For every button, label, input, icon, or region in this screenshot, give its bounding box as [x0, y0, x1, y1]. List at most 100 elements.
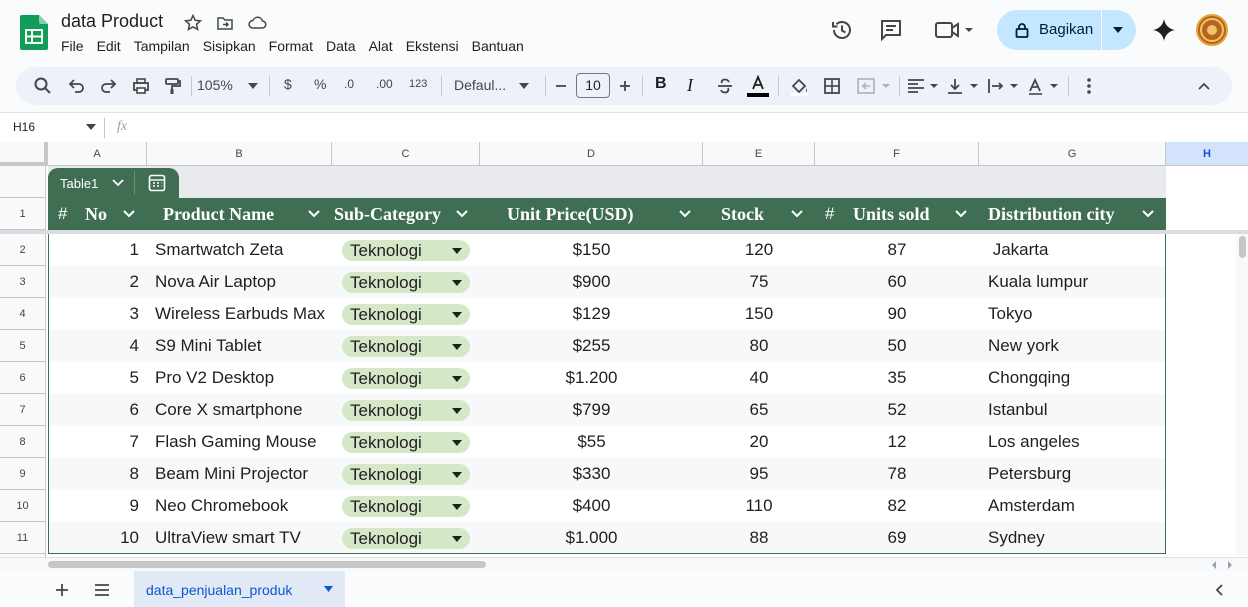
cloud-status-icon[interactable]	[247, 14, 267, 32]
add-sheet-icon[interactable]	[55, 583, 69, 597]
header-units-dropdown-icon[interactable]	[953, 206, 969, 222]
zoom-select[interactable]: 105%	[197, 77, 233, 97]
row-header-10[interactable]: 10	[0, 490, 46, 522]
menu-tools[interactable]: Alat	[369, 38, 393, 54]
row-header-6[interactable]: 6	[0, 362, 46, 394]
text-color-icon[interactable]	[747, 74, 769, 98]
column-header-a[interactable]: A	[48, 142, 147, 166]
column-header-d[interactable]: D	[480, 142, 703, 166]
paint-format-icon[interactable]	[164, 76, 182, 96]
table-menu-chevron-icon[interactable]	[112, 179, 124, 187]
italic-button[interactable]: I	[687, 75, 693, 95]
move-folder-icon[interactable]	[216, 14, 234, 32]
name-box-dropdown-icon[interactable]	[86, 124, 96, 130]
header-product-name[interactable]: Product Name	[163, 198, 274, 230]
share-button[interactable]: Bagikan	[997, 10, 1136, 50]
bold-button[interactable]: B	[655, 75, 667, 95]
more-formats-button[interactable]: 123	[409, 78, 427, 98]
horizontal-align-icon[interactable]	[906, 76, 940, 96]
collapse-side-panel-icon[interactable]	[1214, 584, 1224, 596]
horizontal-scrollbar[interactable]	[0, 557, 1248, 571]
column-header-e[interactable]: E	[703, 142, 815, 166]
menu-view[interactable]: Tampilan	[134, 38, 190, 54]
row-header-5[interactable]: 5	[0, 330, 46, 362]
scroll-right-icon[interactable]	[1226, 561, 1234, 569]
currency-format-button[interactable]: $	[284, 76, 292, 96]
print-icon[interactable]	[132, 76, 150, 96]
font-size-input[interactable]: 10	[576, 73, 610, 98]
row-header-11[interactable]: 11	[0, 522, 46, 554]
version-history-icon[interactable]	[829, 17, 855, 43]
vertical-align-icon[interactable]	[946, 76, 980, 96]
formula-input[interactable]	[140, 119, 1230, 137]
menu-edit[interactable]: Edit	[97, 38, 121, 54]
row-header-8[interactable]: 8	[0, 426, 46, 458]
menu-data[interactable]: Data	[326, 38, 356, 54]
account-avatar[interactable]	[1196, 14, 1228, 46]
share-dropdown-icon[interactable]	[1113, 27, 1123, 33]
column-header-h[interactable]: H	[1166, 142, 1248, 166]
search-menus-icon[interactable]	[34, 76, 52, 96]
row-header-2[interactable]: 2	[0, 234, 46, 266]
header-subcategory-dropdown-icon[interactable]	[454, 206, 470, 222]
all-sheets-icon[interactable]	[94, 583, 110, 597]
fill-color-icon[interactable]	[789, 76, 809, 96]
decrease-decimal-button[interactable]: .0	[344, 77, 354, 97]
text-wrapping-icon[interactable]	[986, 76, 1020, 96]
select-all-corner[interactable]	[0, 142, 48, 166]
menu-insert[interactable]: Sisipkan	[203, 38, 256, 54]
column-header-g[interactable]: G	[979, 142, 1166, 166]
font-family-select[interactable]: Defaul...	[454, 77, 506, 97]
redo-icon[interactable]	[100, 76, 118, 96]
gemini-spark-icon[interactable]	[1151, 17, 1177, 43]
header-sub-category[interactable]: Sub-Category	[334, 198, 441, 230]
comments-icon[interactable]	[878, 17, 904, 43]
horizontal-scroll-thumb[interactable]	[48, 561, 486, 568]
sheet-tab-active[interactable]: data_penjualan_produk	[134, 571, 345, 607]
font-dropdown-icon[interactable]	[519, 83, 529, 89]
header-city-dropdown-icon[interactable]	[1140, 206, 1156, 222]
header-stock-dropdown-icon[interactable]	[789, 206, 805, 222]
row-header-7[interactable]: 7	[0, 394, 46, 426]
borders-icon[interactable]	[823, 76, 841, 96]
column-header-b[interactable]: B	[147, 142, 332, 166]
text-rotation-icon[interactable]	[1026, 76, 1060, 96]
name-box[interactable]: H16	[13, 120, 35, 134]
header-units-sold[interactable]: Units sold	[853, 198, 930, 230]
row-header-3[interactable]: 3	[0, 266, 46, 298]
decrease-font-size-icon[interactable]	[554, 76, 568, 96]
sheet-tab-dropdown-icon[interactable]	[324, 586, 333, 592]
meet-video-icon[interactable]	[933, 17, 979, 43]
row-header-4[interactable]: 4	[0, 298, 46, 330]
undo-icon[interactable]	[67, 76, 85, 96]
scroll-left-icon[interactable]	[1210, 561, 1218, 569]
row-header-9[interactable]: 9	[0, 458, 46, 490]
sheets-logo-icon[interactable]	[20, 15, 48, 50]
column-header-c[interactable]: C	[332, 142, 480, 166]
vertical-scrollbar[interactable]	[1236, 234, 1248, 556]
header-price-dropdown-icon[interactable]	[677, 206, 693, 222]
row-header-1[interactable]: 1	[0, 198, 46, 230]
percent-format-button[interactable]: %	[314, 76, 326, 96]
header-unit-price[interactable]: Unit Price(USD)	[507, 198, 633, 230]
header-distribution-city[interactable]: Distribution city	[988, 198, 1115, 230]
header-product-dropdown-icon[interactable]	[306, 206, 322, 222]
menu-help[interactable]: Bantuan	[472, 38, 524, 54]
menu-file[interactable]: File	[61, 38, 84, 54]
strikethrough-icon[interactable]	[716, 76, 734, 96]
menu-extensions[interactable]: Ekstensi	[406, 38, 459, 54]
merge-cells-icon[interactable]	[856, 76, 892, 96]
vertical-scroll-thumb[interactable]	[1239, 236, 1246, 258]
column-header-f[interactable]: F	[815, 142, 979, 166]
header-no[interactable]: No	[85, 198, 107, 230]
more-options-icon[interactable]	[1082, 76, 1096, 96]
table-view-icon[interactable]	[148, 174, 166, 192]
star-icon[interactable]	[184, 14, 202, 32]
menu-format[interactable]: Format	[269, 38, 313, 54]
increase-font-size-icon[interactable]	[618, 76, 632, 96]
increase-decimal-button[interactable]: .00	[376, 77, 393, 97]
collapse-toolbar-icon[interactable]	[1196, 76, 1212, 96]
header-stock[interactable]: Stock	[721, 198, 764, 230]
table-name-chip[interactable]: Table1	[48, 168, 179, 198]
document-title[interactable]: data Product	[61, 11, 163, 32]
